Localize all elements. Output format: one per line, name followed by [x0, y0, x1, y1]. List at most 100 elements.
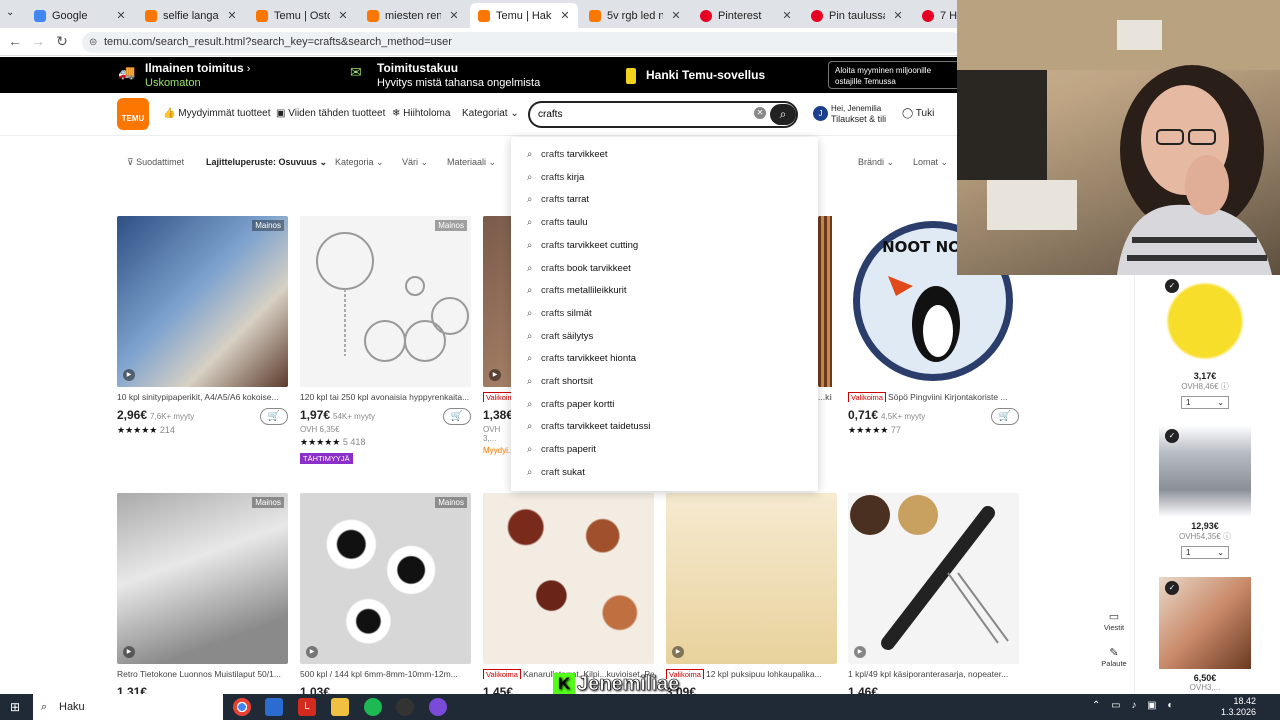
- cart-item[interactable]: ✓ 3,17€ OVH8,46€ ⓘ 1 ⌄: [1159, 275, 1251, 410]
- product-image[interactable]: Mainos ▶: [117, 216, 288, 387]
- browser-tab[interactable]: 5v rgb led neonva✕: [581, 3, 689, 28]
- suggestion-item[interactable]: ⌕ crafts paper kortti: [527, 399, 614, 410]
- browser-tab[interactable]: Pin taulussa Mem✕: [803, 3, 911, 28]
- app-promo[interactable]: Hanki Temu-sovellus: [626, 68, 765, 85]
- material-filter[interactable]: Materiaali ⌄: [447, 157, 496, 168]
- suggestion-item[interactable]: ⌕ crafts silmät: [527, 308, 592, 319]
- windows-start-icon[interactable]: ⊞: [10, 700, 20, 714]
- close-tab-icon[interactable]: ✕: [891, 9, 905, 22]
- product-image[interactable]: Mainos ▶: [117, 493, 288, 664]
- browser-tab[interactable]: Pinterest ✕: [692, 3, 800, 28]
- info-icon[interactable]: ⓘ: [1221, 382, 1229, 391]
- nav-bestsellers[interactable]: 👍 Myydyimmät tuotteet: [163, 108, 271, 119]
- product-image[interactable]: ▶: [666, 493, 837, 664]
- browser-tab[interactable]: selfie langattoma✕: [137, 3, 245, 28]
- suggestion-item[interactable]: ⌕ crafts tarvikkeet taidetussi: [527, 421, 650, 432]
- system-tray-icons[interactable]: ⌃ ▭ ♪ ▣ ◐: [1092, 700, 1177, 711]
- product-image[interactable]: [483, 493, 654, 664]
- app-icon[interactable]: [265, 698, 283, 716]
- suggestion-item[interactable]: ⌕ crafts tarvikkeet: [527, 149, 608, 160]
- temu-logo[interactable]: TEMU: [117, 98, 149, 130]
- play-icon[interactable]: ▶: [489, 369, 501, 381]
- support-link[interactable]: ◯ Tuki: [902, 108, 934, 119]
- search-input[interactable]: [538, 106, 738, 123]
- product-image[interactable]: [818, 216, 832, 387]
- cart-item[interactable]: ✓ 12,93€ OVH54,35€ ⓘ 1 ⌄: [1159, 425, 1251, 560]
- quantity-select[interactable]: 1 ⌄: [1181, 396, 1229, 409]
- checkmark-icon[interactable]: ✓: [1165, 279, 1179, 293]
- product-card[interactable]: ▶ Valikoima 12 kpl puksipuu lohkaupalika.…: [666, 493, 837, 699]
- tab-list-icon[interactable]: ⌄: [6, 7, 14, 18]
- obs-icon[interactable]: [396, 698, 414, 716]
- suggestion-item[interactable]: ⌕ crafts book tarvikkeet: [527, 263, 631, 274]
- back-icon[interactable]: ←: [5, 33, 25, 49]
- product-card[interactable]: ValikoimaKanarullatarrat, Kilpi...kuvioi…: [483, 493, 654, 699]
- file-explorer-icon[interactable]: [331, 698, 349, 716]
- nav-ski-holiday[interactable]: ❄ Hiihtoloma: [392, 108, 450, 119]
- browser-tab[interactable]: Google ✕: [26, 3, 134, 28]
- add-to-cart-icon[interactable]: 🛒: [260, 408, 288, 425]
- app-icon[interactable]: [429, 698, 447, 716]
- close-tab-icon[interactable]: ✕: [114, 9, 128, 22]
- product-card[interactable]: Mainos ▶ Retro Tietokone Luonnos Muistila…: [117, 493, 288, 699]
- filters-button[interactable]: ⊽ Suodattimet: [127, 157, 184, 168]
- suggestion-item[interactable]: ⌕ crafts paperit: [527, 444, 596, 455]
- brand-filter[interactable]: Brändi ⌄: [858, 157, 894, 168]
- nav-five-star[interactable]: ▣ Viiden tähden tuotteet: [276, 108, 385, 119]
- app-l-icon[interactable]: L: [298, 698, 316, 716]
- suggestion-item[interactable]: ⌕ craft säilytys: [527, 331, 593, 342]
- suggestion-item[interactable]: ⌕ crafts tarrat: [527, 194, 589, 205]
- product-image[interactable]: Mainos: [300, 216, 471, 387]
- suggestion-item[interactable]: ⌕ crafts kirja: [527, 172, 584, 183]
- quantity-select[interactable]: 1 ⌄: [1181, 546, 1229, 559]
- product-image[interactable]: ▶: [848, 493, 1019, 664]
- holidays-filter[interactable]: Lomat ⌄: [913, 157, 948, 168]
- suggestion-item[interactable]: ⌕ craft shortsit: [527, 376, 593, 387]
- reload-icon[interactable]: ↻: [52, 33, 72, 50]
- close-tab-icon[interactable]: ✕: [558, 9, 572, 22]
- seller-promo[interactable]: Aloita myyminen miljoonille ostajille Tem…: [828, 61, 968, 89]
- sort-dropdown[interactable]: Lajitteluperuste: Osuvuus ⌄: [206, 157, 327, 168]
- forward-icon[interactable]: →: [28, 33, 48, 49]
- close-tab-icon[interactable]: ✕: [336, 9, 350, 22]
- close-tab-icon[interactable]: ✕: [225, 9, 239, 22]
- close-tab-icon[interactable]: ✕: [780, 9, 794, 22]
- search-button[interactable]: ⌕: [770, 104, 796, 125]
- delivery-guarantee-promo[interactable]: ✉ Toimitustakuu Hyvitys mistä tahansa ong…: [350, 61, 540, 90]
- play-icon[interactable]: ▶: [123, 369, 135, 381]
- browser-tab[interactable]: 7 Horr: [914, 3, 957, 28]
- add-to-cart-icon[interactable]: 🛒: [991, 408, 1019, 425]
- suggestion-item[interactable]: ⌕ crafts metallileikkurit: [527, 285, 627, 296]
- close-tab-icon[interactable]: ✕: [447, 9, 461, 22]
- add-to-cart-icon[interactable]: 🛒: [443, 408, 471, 425]
- play-icon[interactable]: ▶: [854, 646, 866, 658]
- feedback-button[interactable]: ✎ Palaute: [1098, 646, 1130, 668]
- suggestion-item[interactable]: ⌕ craft sukat: [527, 467, 585, 478]
- product-card[interactable]: ▶ Valikoima 1,38€ OVH 3,... Myydyi...: [483, 216, 511, 455]
- account-menu[interactable]: J Hei, Jenemilia Tilaukset & tili: [813, 104, 886, 125]
- product-card[interactable]: ...kii...: [818, 216, 832, 402]
- chrome-icon[interactable]: [233, 698, 251, 716]
- color-filter[interactable]: Väri ⌄: [402, 157, 428, 168]
- product-image[interactable]: ▶: [483, 216, 511, 387]
- product-card[interactable]: ▶ 1 kpl/49 kpl käsiporanterasarja, nopea…: [848, 493, 1019, 699]
- cart-item-image[interactable]: ✓: [1159, 275, 1251, 367]
- checkmark-icon[interactable]: ✓: [1165, 429, 1179, 443]
- cart-item[interactable]: ✓ 6,50€ OVH3,...: [1159, 577, 1251, 692]
- spotify-icon[interactable]: [364, 698, 382, 716]
- play-icon[interactable]: ▶: [123, 646, 135, 658]
- product-card[interactable]: Mainos 120 kpl tai 250 kpl avonaisia hyp…: [300, 216, 471, 466]
- info-icon[interactable]: ⓘ: [1223, 532, 1231, 541]
- clear-search-icon[interactable]: ✕: [754, 107, 766, 119]
- site-info-icon[interactable]: ⊜: [89, 32, 97, 53]
- category-filter[interactable]: Kategoria ⌄: [335, 157, 384, 168]
- messages-button[interactable]: ▭ Viestit: [1098, 610, 1130, 632]
- product-card[interactable]: Mainos ▶ 10 kpl sinitypipaperikit, A4/A5/…: [117, 216, 288, 436]
- product-image[interactable]: Mainos ▶: [300, 493, 471, 664]
- browser-tab-active[interactable]: Temu | Haku crafts✕: [470, 3, 578, 28]
- suggestion-item[interactable]: ⌕ crafts tarvikkeet hionta: [527, 353, 636, 364]
- nav-categories[interactable]: Kategoriat ⌄: [462, 108, 519, 119]
- checkmark-icon[interactable]: ✓: [1165, 581, 1179, 595]
- taskbar-search[interactable]: ⌕ Haku: [33, 694, 223, 720]
- product-card[interactable]: Mainos ▶ 500 kpl / 144 kpl 6mm-8mm-10mm-1…: [300, 493, 471, 699]
